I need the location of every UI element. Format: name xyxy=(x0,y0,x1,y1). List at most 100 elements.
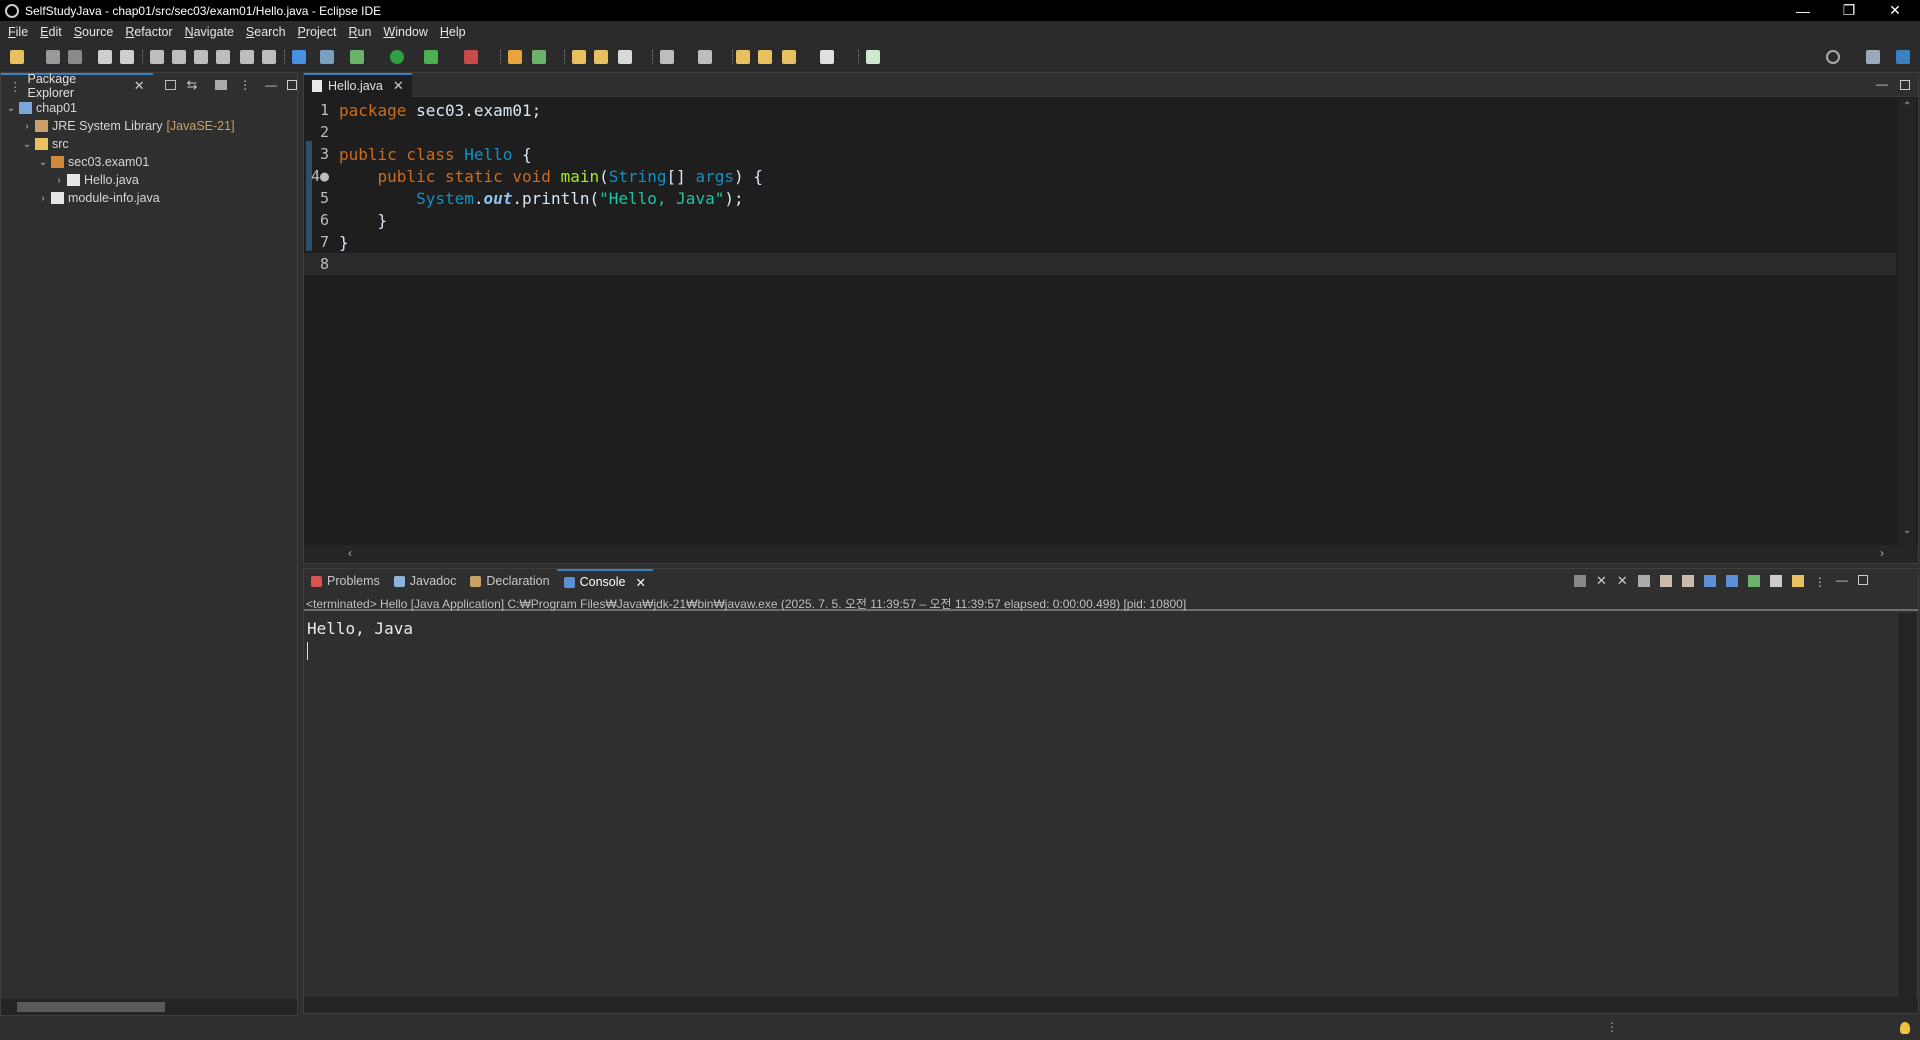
menu-search[interactable]: Search xyxy=(240,25,292,39)
save-all-icon[interactable] xyxy=(68,50,82,64)
collapsed-chevron-icon[interactable]: › xyxy=(53,175,65,186)
open-resource-icon[interactable] xyxy=(594,50,608,64)
new-class-icon[interactable] xyxy=(532,50,546,64)
toggle-block-icon[interactable] xyxy=(194,50,208,64)
close-window-button[interactable]: ✕ xyxy=(1872,0,1918,21)
coverage-icon[interactable] xyxy=(424,50,438,64)
close-icon[interactable]: ✕ xyxy=(134,78,145,94)
minimize-view-icon[interactable]: — xyxy=(1836,574,1848,589)
search-tool-icon[interactable] xyxy=(618,50,632,64)
debug-icon[interactable] xyxy=(350,50,364,64)
menu-source[interactable]: Source xyxy=(68,25,120,39)
run-icon[interactable] xyxy=(390,50,404,64)
code-line[interactable]: 1 package sec03.exam01; xyxy=(304,99,1896,121)
menu-window[interactable]: Window xyxy=(377,25,433,39)
open-perspective-icon[interactable] xyxy=(1866,50,1880,64)
clear-console-icon[interactable] xyxy=(1637,575,1650,587)
search-icon[interactable] xyxy=(1826,50,1840,64)
forward-icon[interactable] xyxy=(820,50,834,64)
code-line[interactable]: 3 public class Hello { xyxy=(304,143,1896,165)
view-menu-icon[interactable]: ⋮ xyxy=(239,78,251,92)
menu-refactor[interactable]: Refactor xyxy=(119,25,178,39)
menu-edit[interactable]: Edit xyxy=(34,25,68,39)
tab-console[interactable]: Console ✕ xyxy=(556,569,653,593)
pin-console-icon[interactable] xyxy=(1747,575,1760,587)
editor-horizontal-scrollbar[interactable]: ‹ › xyxy=(304,545,1918,563)
open-console-icon[interactable] xyxy=(1791,575,1804,587)
word-wrap-icon[interactable] xyxy=(1681,575,1694,587)
save-icon[interactable] xyxy=(46,50,60,64)
scroll-left-icon[interactable]: ‹ xyxy=(348,546,352,560)
java-perspective-icon[interactable] xyxy=(1896,50,1910,64)
remove-all-icon[interactable]: ✕ xyxy=(1617,574,1628,589)
terminal-icon[interactable] xyxy=(292,50,306,64)
collapsed-chevron-icon[interactable]: › xyxy=(21,121,33,132)
redo-icon[interactable] xyxy=(120,50,134,64)
minimize-button[interactable]: — xyxy=(1780,0,1826,21)
close-icon[interactable]: ✕ xyxy=(393,78,404,94)
console-horizontal-scrollbar[interactable] xyxy=(304,997,1918,1013)
menu-run[interactable]: Run xyxy=(342,25,377,39)
console-output[interactable]: Hello, Java xyxy=(304,613,1894,999)
expanded-chevron-icon[interactable]: ⌄ xyxy=(21,139,33,150)
tree-item[interactable]: ⌄ chap01 xyxy=(1,99,297,117)
link-with-editor-icon[interactable]: ⇆ xyxy=(186,77,197,93)
maximize-view-icon[interactable] xyxy=(1857,575,1868,585)
code-line[interactable]: 5 System. out .println("Hello, Java"); xyxy=(304,187,1896,209)
show-whitespace-icon[interactable] xyxy=(262,50,276,64)
code-line[interactable]: 6 } xyxy=(304,209,1896,231)
expanded-chevron-icon[interactable]: ⌄ xyxy=(5,103,17,114)
prev-annotation-icon[interactable] xyxy=(698,50,712,64)
tab-hello-java[interactable]: Hello.java ✕ xyxy=(304,73,412,97)
comment-icon[interactable] xyxy=(150,50,164,64)
code-line[interactable]: 4● public static void main(String[] args… xyxy=(304,165,1896,187)
back-icon[interactable] xyxy=(782,50,796,64)
scroll-thumb[interactable] xyxy=(17,1002,165,1012)
tab-declaration[interactable]: Declaration xyxy=(463,569,556,593)
tree-item[interactable]: › module-info.java xyxy=(1,189,297,207)
code-line[interactable]: 8 xyxy=(304,253,1896,275)
maximize-view-icon[interactable] xyxy=(1900,80,1910,90)
scroll-down-icon[interactable]: ⌄ xyxy=(1903,525,1911,536)
pin-editor-icon[interactable] xyxy=(866,50,880,64)
menu-help[interactable]: Help xyxy=(434,25,472,39)
console-vertical-scrollbar[interactable] xyxy=(1898,613,1916,999)
expanded-chevron-icon[interactable]: ⌄ xyxy=(37,157,49,168)
word-wrap-icon[interactable] xyxy=(240,50,254,64)
scroll-lock-icon[interactable] xyxy=(1659,575,1672,587)
last-edit-location-icon[interactable] xyxy=(736,50,750,64)
code-text[interactable]: 1 package sec03.exam01; 2 3 public class Hel… xyxy=(304,99,1896,529)
collapsed-chevron-icon[interactable]: › xyxy=(37,193,49,204)
scroll-up-icon[interactable]: ⌃ xyxy=(1903,101,1911,112)
explorer-horizontal-scrollbar[interactable] xyxy=(1,999,297,1015)
forward-edit-icon[interactable] xyxy=(758,50,772,64)
open-type-icon[interactable] xyxy=(572,50,586,64)
focus-icon[interactable] xyxy=(215,80,228,90)
format-icon[interactable] xyxy=(172,50,186,64)
tree-item[interactable]: › JRE System Library [JavaSE-21] xyxy=(1,117,297,135)
tree-item[interactable]: › Hello.java xyxy=(1,171,297,189)
close-icon[interactable]: ✕ xyxy=(635,575,645,590)
external-tools-icon[interactable] xyxy=(464,50,478,64)
undo-icon[interactable] xyxy=(98,50,112,64)
display-console-icon[interactable] xyxy=(1769,575,1782,587)
remove-launch-icon[interactable]: ✕ xyxy=(1596,574,1607,589)
tab-javadoc[interactable]: Javadoc xyxy=(387,569,464,593)
tab-package-explorer[interactable]: ⋮ Package Explorer ✕ xyxy=(1,72,153,100)
code-line[interactable]: 7} xyxy=(304,231,1896,253)
next-annotation-icon[interactable] xyxy=(660,50,674,64)
tab-problems[interactable]: Problems xyxy=(304,569,387,593)
show-on-stdout-icon[interactable] xyxy=(1703,575,1716,587)
view-menu-icon[interactable]: ⋮ xyxy=(1814,575,1826,589)
editor-vertical-scrollbar[interactable]: ⌃ ⌄ xyxy=(1898,99,1916,545)
tree-item[interactable]: ⌄ sec03.exam01 xyxy=(1,153,297,171)
tree-item[interactable]: ⌄ src xyxy=(1,135,297,153)
lightbulb-icon[interactable] xyxy=(1900,1022,1910,1034)
new-icon[interactable] xyxy=(10,50,24,64)
menu-project[interactable]: Project xyxy=(292,25,343,39)
minimize-view-icon[interactable]: — xyxy=(265,78,277,92)
skip-breakpoints-icon[interactable] xyxy=(320,50,334,64)
menu-navigate[interactable]: Navigate xyxy=(179,25,240,39)
scroll-right-icon[interactable]: › xyxy=(1880,546,1884,560)
mark-occurrences-icon[interactable] xyxy=(216,50,230,64)
